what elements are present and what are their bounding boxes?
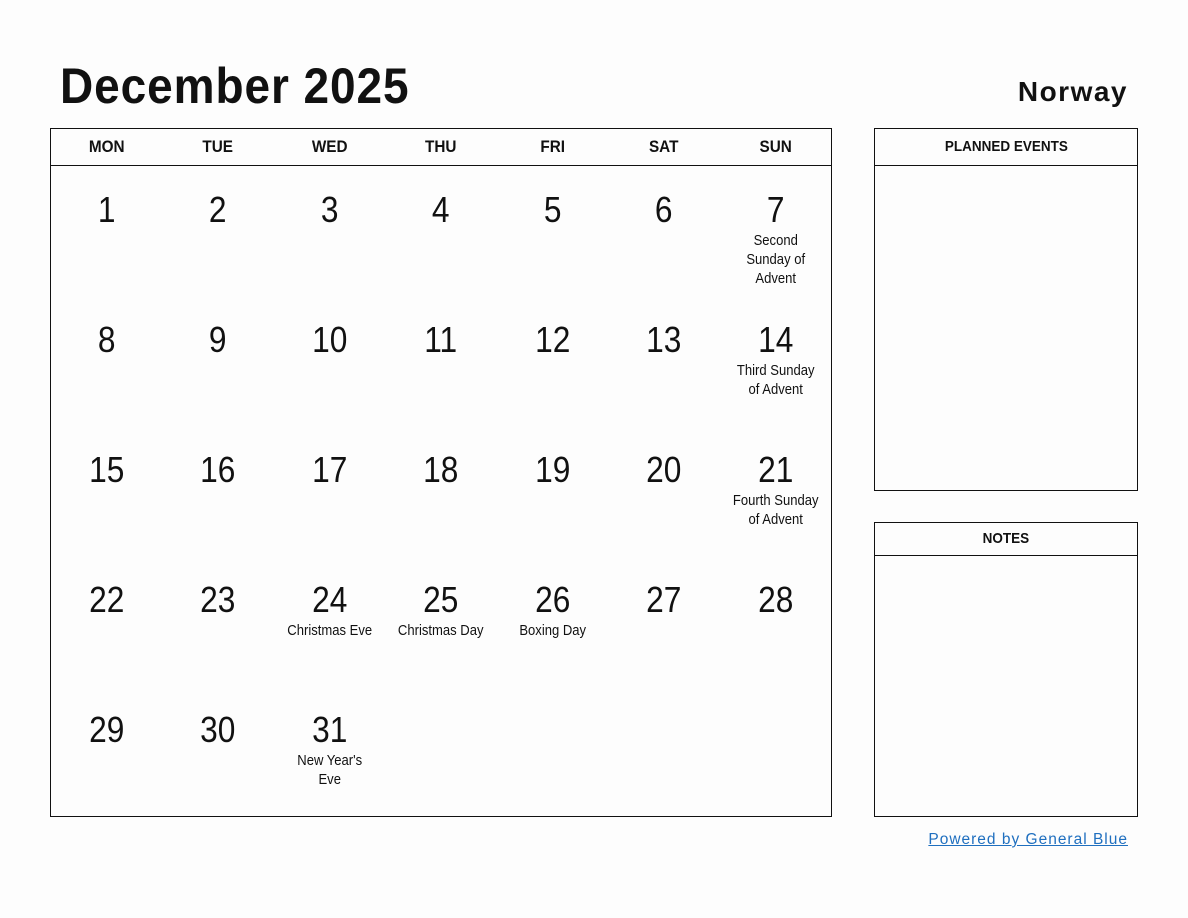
day-number: 14 [757,319,793,360]
day-cell: 4 [385,166,496,296]
notes-title: NOTES [982,530,1030,547]
calendar-grid: MON TUE WED THU FRI SAT SUN 1 2 3 4 5 6 7 Secon… [50,128,832,817]
weekday-fri: FRI [540,137,565,156]
holiday-label: Christmas Day [398,623,484,639]
calendar-days: 1 2 3 4 5 6 7 Second Sunday of Advent 8 9 10 11 12 13… [51,166,831,816]
day-number: 22 [89,579,125,620]
day-number: 12 [534,319,571,360]
day-cell: 11 [385,296,496,426]
day-number: 8 [97,319,116,360]
day-number: 21 [757,449,793,490]
holiday-label: Second Sunday of Advent [745,233,805,287]
day-cell: 31 New Year's Eve [274,686,385,816]
day-number: 31 [311,709,348,750]
day-cell: 27 [608,556,719,686]
day-number: 25 [423,579,459,620]
day-number: 30 [200,709,236,750]
holiday-label: Christmas Eve [287,623,372,639]
holiday-label: Fourth Sunday of Advent [732,493,819,528]
holiday-label: Boxing Day [519,623,586,639]
day-cell: 5 [497,166,608,296]
day-number: 19 [534,449,571,490]
day-number: 18 [423,449,459,490]
day-cell: 3 [274,166,385,296]
weekday-wed: WED [311,137,348,156]
day-number: 17 [311,449,348,490]
day-cell: 10 [274,296,385,426]
day-number: 13 [646,319,682,360]
weekday-sun: SUN [759,137,792,156]
day-cell: 12 [497,296,608,426]
day-cell: 23 [162,556,273,686]
day-number: 2 [209,189,227,230]
day-cell: 16 [162,426,273,556]
day-number: 6 [655,189,673,230]
day-number: 20 [646,449,682,490]
day-number: 15 [89,449,125,490]
weekday-thu: THU [425,137,457,156]
day-number: 3 [320,189,339,230]
day-cell: 17 [274,426,385,556]
notes-panel: NOTES [874,522,1138,817]
planned-events-header: PLANNED EVENTS [875,129,1137,166]
notes-header: NOTES [875,523,1137,556]
empty-day-cell [497,686,608,816]
day-cell: 7 Second Sunday of Advent [720,166,831,296]
day-number: 9 [209,319,227,360]
day-number: 11 [424,319,458,360]
day-number: 24 [311,579,348,620]
day-cell: 29 [51,686,162,816]
weekday-header: MON TUE WED THU FRI SAT SUN [51,129,831,166]
weekday-mon: MON [88,137,125,156]
day-cell: 19 [497,426,608,556]
day-cell: 1 [51,166,162,296]
day-number: 29 [89,709,125,750]
day-cell: 8 [51,296,162,426]
empty-day-cell [720,686,831,816]
powered-by-link[interactable]: Powered by General Blue [928,831,1128,849]
empty-day-cell [385,686,496,816]
day-number: 1 [97,189,116,230]
day-cell: 28 [720,556,831,686]
day-cell: 20 [608,426,719,556]
day-cell: 15 [51,426,162,556]
holiday-label: Third Sunday of Advent [736,363,815,398]
holiday-label: New Year's Eve [297,753,363,788]
day-number: 10 [311,319,348,360]
day-number: 27 [646,579,682,620]
day-cell: 9 [162,296,273,426]
day-number: 4 [432,189,450,230]
day-cell: 2 [162,166,273,296]
day-cell: 25 Christmas Day [385,556,496,686]
weekday-sat: SAT [649,137,679,156]
weekday-tue: TUE [202,137,234,156]
empty-day-cell [608,686,719,816]
day-number: 26 [534,579,571,620]
day-number: 16 [200,449,236,490]
day-cell: 21 Fourth Sunday of Advent [720,426,831,556]
planned-events-panel: PLANNED EVENTS [874,128,1138,491]
day-cell: 30 [162,686,273,816]
day-cell: 18 [385,426,496,556]
day-number: 28 [757,579,793,620]
day-cell: 13 [608,296,719,426]
day-number: 5 [543,189,562,230]
page-title: December 2025 [60,58,410,114]
day-number: 7 [766,189,785,230]
day-cell: 24 Christmas Eve [274,556,385,686]
day-cell: 14 Third Sunday of Advent [720,296,831,426]
day-cell: 22 [51,556,162,686]
day-cell: 6 [608,166,719,296]
planned-events-title: PLANNED EVENTS [944,138,1068,155]
country-label: Norway [1017,76,1128,107]
day-number: 23 [200,579,236,620]
day-cell: 26 Boxing Day [497,556,608,686]
